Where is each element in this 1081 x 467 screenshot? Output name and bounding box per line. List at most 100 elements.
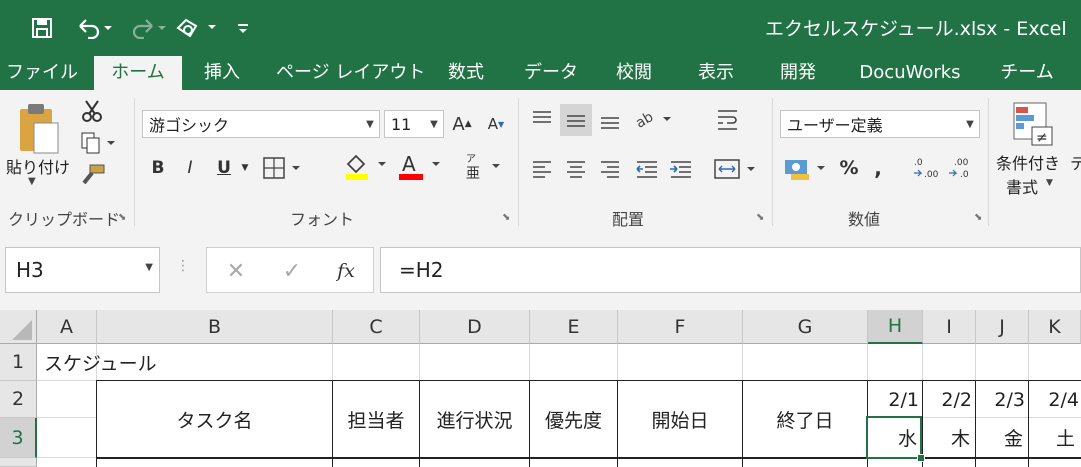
cell-h2[interactable]: 2/1: [868, 381, 921, 418]
clipboard-launcher-icon[interactable]: ⬊: [118, 212, 128, 223]
tab-docuworks[interactable]: DocuWorks: [850, 56, 970, 90]
column-header-d[interactable]: D: [420, 310, 530, 344]
name-box[interactable]: H3 ▼: [5, 247, 160, 293]
tab-home[interactable]: ホーム: [94, 56, 182, 90]
format-painter-icon[interactable]: [78, 162, 108, 188]
align-center-icon[interactable]: [562, 154, 590, 184]
wrap-text-icon[interactable]: [712, 104, 744, 134]
cell-f2[interactable]: 開始日: [618, 381, 742, 458]
conditional-formatting-icon[interactable]: ≠: [1008, 100, 1056, 148]
increase-decimal-icon[interactable]: .0.00: [912, 152, 942, 184]
column-header-j[interactable]: J: [976, 310, 1029, 344]
cell-j2[interactable]: 2/3: [976, 381, 1027, 418]
cell-d2[interactable]: 進行状況: [420, 381, 529, 458]
bottom-align-icon[interactable]: [596, 104, 624, 134]
tab-review[interactable]: 校閲: [604, 56, 664, 90]
orientation-icon[interactable]: ab: [632, 104, 676, 134]
decrease-indent-icon[interactable]: [632, 154, 662, 184]
number-format-combo[interactable]: ユーザー定義 ▼: [780, 110, 980, 138]
paste-dropdown-icon[interactable]: ▼: [28, 176, 36, 187]
align-left-icon[interactable]: [528, 154, 556, 184]
borders-icon[interactable]: [262, 154, 304, 182]
column-header-b[interactable]: B: [97, 310, 333, 344]
decrease-font-size-icon[interactable]: A ▼: [484, 110, 508, 138]
name-box-splitter-icon[interactable]: ⋮: [176, 258, 190, 274]
customize-qat-icon[interactable]: [232, 8, 254, 48]
cell-i2[interactable]: 2/2: [923, 381, 974, 418]
column-header-h[interactable]: H: [868, 310, 923, 344]
cell-i3[interactable]: 木: [923, 418, 974, 457]
tab-data[interactable]: データ: [518, 56, 584, 90]
column-header-c[interactable]: C: [333, 310, 420, 344]
formula-input[interactable]: =H2: [380, 247, 1081, 293]
redo-icon[interactable]: [126, 8, 170, 48]
column-header-e[interactable]: E: [530, 310, 618, 344]
cell-j3[interactable]: 金: [976, 418, 1027, 457]
font-launcher-icon[interactable]: ⬊: [502, 212, 512, 223]
tab-file[interactable]: ファイル: [0, 56, 84, 90]
cell-k3[interactable]: 土: [1029, 418, 1081, 457]
save-icon[interactable]: [28, 8, 56, 48]
font-size-combo[interactable]: 11 ▼: [384, 110, 444, 138]
decrease-decimal-icon[interactable]: .00.0: [946, 152, 976, 184]
conditional-dropdown-icon[interactable]: ▼: [1046, 178, 1053, 188]
tab-insert[interactable]: 挿入: [192, 56, 252, 90]
align-right-icon[interactable]: [596, 154, 624, 184]
cell-g2[interactable]: 終了日: [743, 381, 867, 458]
tab-team[interactable]: チーム: [992, 56, 1062, 90]
cell-a1[interactable]: スケジュール: [44, 344, 157, 381]
format-as-table-label[interactable]: テ: [1070, 150, 1081, 170]
column-header-f[interactable]: F: [618, 310, 743, 344]
cell-b2[interactable]: タスク名: [97, 381, 332, 458]
fill-color-icon[interactable]: [342, 150, 390, 182]
gridline: [419, 344, 420, 381]
top-align-icon[interactable]: [528, 104, 556, 134]
underline-button[interactable]: U: [212, 154, 236, 182]
gridline: [742, 344, 743, 381]
increase-font-size-icon[interactable]: A ▲: [450, 110, 474, 138]
percent-style-button[interactable]: %: [836, 152, 862, 184]
enter-icon[interactable]: ✓: [279, 258, 305, 284]
fill-handle[interactable]: [917, 454, 925, 462]
middle-align-icon[interactable]: [560, 104, 592, 136]
touch-mode-icon[interactable]: [172, 8, 222, 48]
tab-formulas[interactable]: 数式: [436, 56, 496, 90]
cancel-icon[interactable]: ✕: [223, 258, 249, 284]
comma-style-button[interactable]: ,: [868, 152, 888, 184]
italic-button[interactable]: I: [178, 154, 202, 182]
tab-page-layout[interactable]: ページ レイアウト: [276, 56, 425, 90]
conditional-formatting-label[interactable]: 条件付き: [996, 150, 1060, 174]
paste-label[interactable]: 貼り付け: [6, 154, 70, 178]
column-header-g[interactable]: G: [743, 310, 868, 344]
tab-view[interactable]: 表示: [686, 56, 746, 90]
cell-k2[interactable]: 2/4: [1029, 381, 1081, 418]
row-header-2[interactable]: 2: [0, 381, 37, 418]
font-color-icon[interactable]: A: [396, 150, 444, 182]
cut-icon[interactable]: [78, 98, 106, 124]
row-header-3[interactable]: 3: [0, 418, 37, 458]
increase-indent-icon[interactable]: [666, 154, 696, 184]
merge-center-icon[interactable]: [712, 154, 760, 184]
conditional-formatting-label-2[interactable]: 書式: [1006, 174, 1038, 198]
accounting-format-icon[interactable]: [782, 152, 830, 184]
column-header-a[interactable]: A: [37, 310, 97, 344]
insert-function-icon[interactable]: fx: [331, 258, 361, 284]
phonetic-guide-icon[interactable]: ア亜: [462, 150, 506, 182]
number-launcher-icon[interactable]: ⬊: [974, 212, 984, 223]
tab-developer[interactable]: 開発: [768, 56, 828, 90]
copy-icon[interactable]: [78, 130, 118, 156]
font-name-combo[interactable]: 游ゴシック ▼: [142, 110, 380, 138]
bold-button[interactable]: B: [146, 154, 170, 182]
paste-icon[interactable]: [14, 100, 64, 158]
column-header-k[interactable]: K: [1029, 310, 1081, 344]
ribbon-tabs: ファイル ホーム 挿入 ページ レイアウト 数式 データ 校閲 表示 開発 Do…: [0, 56, 1081, 90]
select-all-button[interactable]: [0, 310, 37, 344]
column-header-i[interactable]: I: [923, 310, 976, 344]
alignment-launcher-icon[interactable]: ⬊: [756, 212, 766, 223]
cell-e2[interactable]: 優先度: [530, 381, 617, 458]
cell-c2[interactable]: 担当者: [333, 381, 419, 458]
underline-dropdown-icon[interactable]: ▼: [238, 154, 252, 182]
row-header-1[interactable]: 1: [0, 344, 37, 381]
row-header-4[interactable]: [0, 458, 37, 467]
undo-icon[interactable]: [72, 8, 116, 48]
